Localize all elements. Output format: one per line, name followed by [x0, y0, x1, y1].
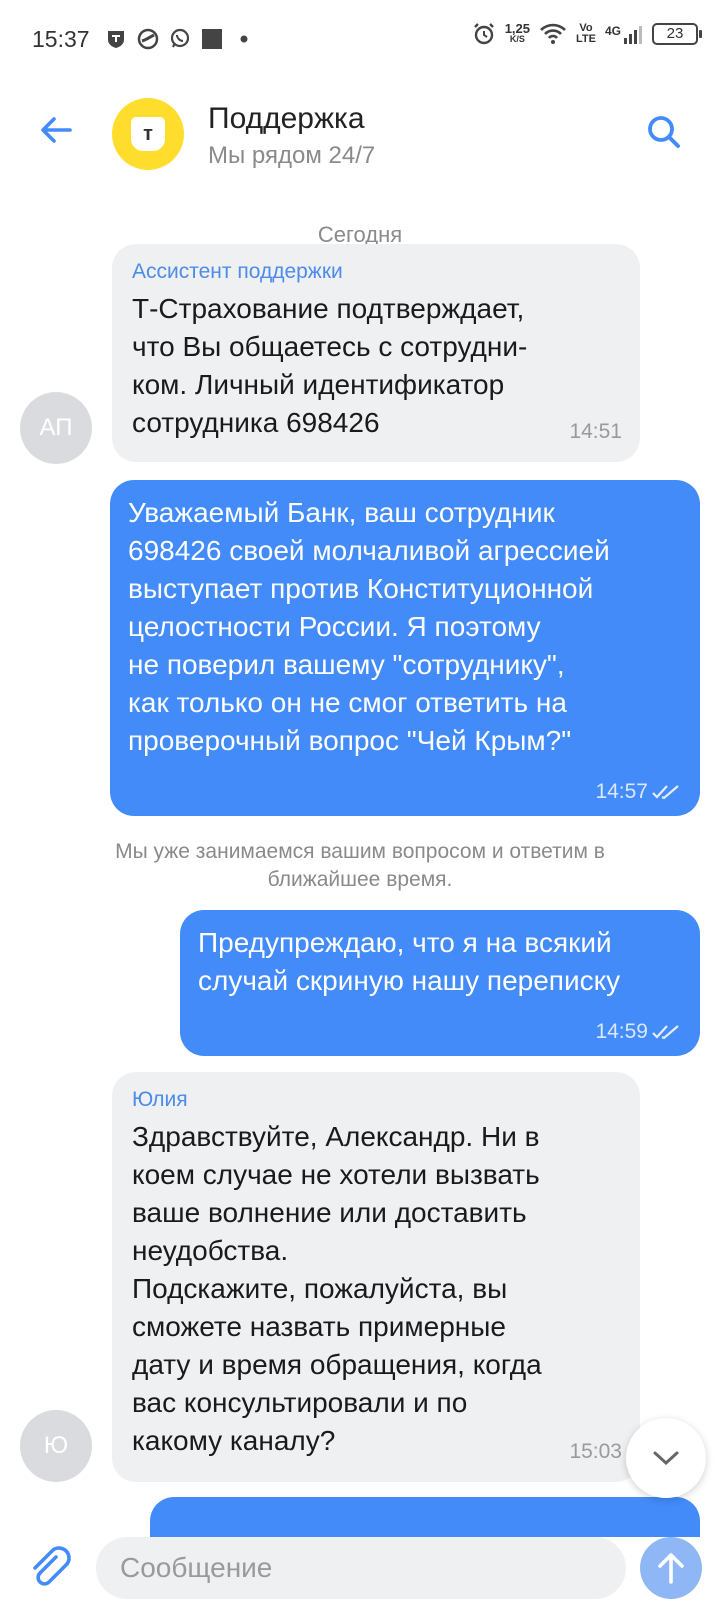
back-arrow-icon[interactable] [36, 110, 76, 150]
chevron-down-icon [653, 1451, 679, 1466]
chat-title[interactable]: Поддержка [208, 102, 365, 136]
network-speed: 1,25 K/S [504, 21, 531, 45]
paperclip-icon[interactable] [26, 1543, 74, 1591]
message-text: Уважаемый Банк, ваш сотрудник 698426 сво… [128, 497, 610, 756]
notification-icons [105, 28, 255, 50]
message-bubble-incoming[interactable]: Ассистент поддержки Т-Страхование подтве… [112, 244, 640, 462]
search-icon[interactable] [644, 112, 684, 152]
sender-avatar[interactable]: АП [20, 392, 92, 464]
message-input-bar [0, 1537, 720, 1612]
alarm-icon [473, 23, 494, 45]
scroll-down-button[interactable] [626, 1418, 706, 1498]
message-bubble-outgoing[interactable]: Предупреждаю, что я на всякий случай скр… [180, 910, 700, 1056]
signal-icon [624, 26, 642, 44]
system-icons: 1,25 K/S Vo LTE 4G 23 [472, 21, 702, 46]
message-sender: Юлия [132, 1088, 188, 1111]
arrow-up-icon [658, 1553, 684, 1584]
network-type: 4G [604, 24, 621, 38]
whatsapp-icon [170, 28, 190, 48]
volte-bottom: LTE [576, 33, 596, 45]
square-icon [202, 29, 222, 49]
message-bubble-outgoing[interactable]: Уважаемый Банк, ваш сотрудник 698426 сво… [110, 480, 700, 816]
message-time: 15:03 [569, 1440, 622, 1463]
message-bubble-incoming[interactable]: Юлия Здравствуйте, Александр. Ни в коем … [112, 1072, 640, 1482]
battery-indicator: 23 [652, 23, 702, 45]
volte-indicator: Vo LTE [576, 23, 596, 45]
support-avatar[interactable]: т [112, 98, 184, 170]
status-bar: 15:37 1,25 K/S Vo LTE 4G 23 [0, 0, 720, 80]
message-text: Предупреждаю, что я на всякий случай скр… [198, 927, 621, 996]
message-time: 14:59 [595, 1020, 648, 1043]
message-time-row: 14:59 [595, 1020, 680, 1044]
shield-icon [108, 31, 124, 48]
message-time: 14:57 [595, 780, 648, 803]
sender-avatar[interactable]: Ю [20, 1410, 92, 1482]
status-time: 15:37 [32, 26, 90, 52]
cell-signal: 4G [605, 24, 643, 44]
swirl-icon [137, 28, 159, 50]
message-time: 14:51 [569, 420, 622, 443]
message-bubble-outgoing-partial[interactable] [150, 1497, 700, 1537]
tbank-logo-icon: т [131, 117, 165, 151]
send-button[interactable] [640, 1537, 702, 1599]
system-note: Мы уже занимаемся вашим вопросом и ответ… [115, 840, 605, 891]
message-text: Здравствуйте, Александр. Ни в коем случа… [132, 1121, 542, 1456]
wifi-icon [540, 23, 566, 44]
double-check-icon [652, 785, 679, 800]
dot-icon [240, 35, 248, 43]
speed-value: 1,25 [504, 21, 531, 36]
double-check-icon [652, 1025, 679, 1040]
message-sender: Ассистент поддержки [132, 260, 343, 283]
chat-subtitle: Мы рядом 24/7 [208, 142, 376, 169]
message-input[interactable] [96, 1537, 626, 1599]
message-time-row: 14:57 [595, 780, 680, 804]
chat-header: т Поддержка Мы рядом 24/7 [0, 80, 720, 190]
message-text: Т-Страхование подтверждает, что Вы общае… [132, 293, 528, 438]
